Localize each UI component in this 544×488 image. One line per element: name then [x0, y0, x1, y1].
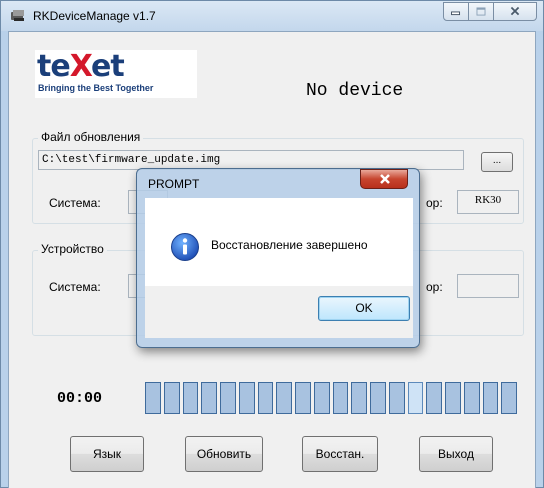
browse-button[interactable]: ...: [481, 152, 513, 172]
progress-cell: [276, 382, 292, 414]
info-icon: [171, 233, 199, 261]
language-button[interactable]: Язык: [70, 436, 144, 472]
processor-label: ор:: [426, 196, 443, 210]
logo-tagline: Bringing the Best Together: [38, 83, 154, 93]
progress-cell: [201, 382, 217, 414]
progress-cell: [370, 382, 386, 414]
progress-cell: [145, 382, 161, 414]
processor-field: RK30: [457, 190, 519, 214]
prompt-dialog: PROMPT Восстановление завершено OK: [136, 168, 420, 348]
title-bar[interactable]: RKDeviceManage v1.7: [1, 1, 543, 31]
system-label: Система:: [49, 196, 101, 210]
elapsed-timer: 00:00: [57, 390, 103, 407]
progress-cell: [407, 382, 424, 414]
texet-logo: teXet Bringing the Best Together: [35, 50, 197, 98]
progress-cell: [482, 382, 499, 414]
progress-cell: [220, 382, 236, 414]
progress-cell: [426, 382, 442, 414]
progress-cell: [351, 382, 367, 414]
progress-cell: [388, 382, 405, 414]
progress-cell: [238, 382, 255, 414]
ok-button[interactable]: OK: [318, 296, 410, 321]
progress-cell: [445, 382, 461, 414]
progress-cell: [313, 382, 330, 414]
progress-bar: [145, 382, 520, 414]
window-title: RKDeviceManage v1.7: [33, 9, 156, 23]
firmware-path-value: C:\test\firmware_update.img: [42, 154, 221, 166]
progress-cell: [332, 382, 349, 414]
progress-cell: [163, 382, 180, 414]
progress-cell: [257, 382, 274, 414]
update-file-group-title: Файл обновления: [38, 130, 144, 144]
exit-button[interactable]: Выход: [419, 436, 493, 472]
progress-cell: [463, 382, 480, 414]
minimize-button[interactable]: [443, 2, 469, 21]
dialog-message: Восстановление завершено: [211, 238, 368, 252]
close-button[interactable]: [493, 2, 537, 21]
restore-button[interactable]: Восстан.: [302, 436, 378, 472]
progress-cell: [295, 382, 311, 414]
dialog-footer: OK: [145, 286, 413, 338]
device-processor-field: [457, 274, 519, 298]
firmware-path-field[interactable]: C:\test\firmware_update.img: [38, 150, 464, 170]
device-group-title: Устройство: [38, 242, 107, 256]
device-system-label: Система:: [49, 280, 101, 294]
app-icon: [11, 10, 24, 21]
window-controls: [443, 2, 537, 22]
minimize-icon: [451, 11, 461, 16]
progress-cell: [501, 382, 517, 414]
dialog-title: PROMPT: [148, 177, 200, 191]
dialog-body: Восстановление завершено: [145, 198, 413, 286]
main-window: RKDeviceManage v1.7 teXet Bringing the B…: [0, 0, 544, 488]
logo-wordmark: teXet: [37, 49, 125, 84]
maximize-icon: [476, 7, 486, 16]
device-processor-label: ор:: [426, 280, 443, 294]
progress-cell: [182, 382, 199, 414]
update-button[interactable]: Обновить: [185, 436, 263, 472]
close-icon: [380, 174, 390, 184]
maximize-button[interactable]: [468, 2, 494, 21]
device-status: No device: [306, 81, 404, 101]
processor-value: RK30: [474, 194, 502, 206]
close-icon: [510, 6, 520, 16]
dialog-close-button[interactable]: [360, 169, 408, 189]
